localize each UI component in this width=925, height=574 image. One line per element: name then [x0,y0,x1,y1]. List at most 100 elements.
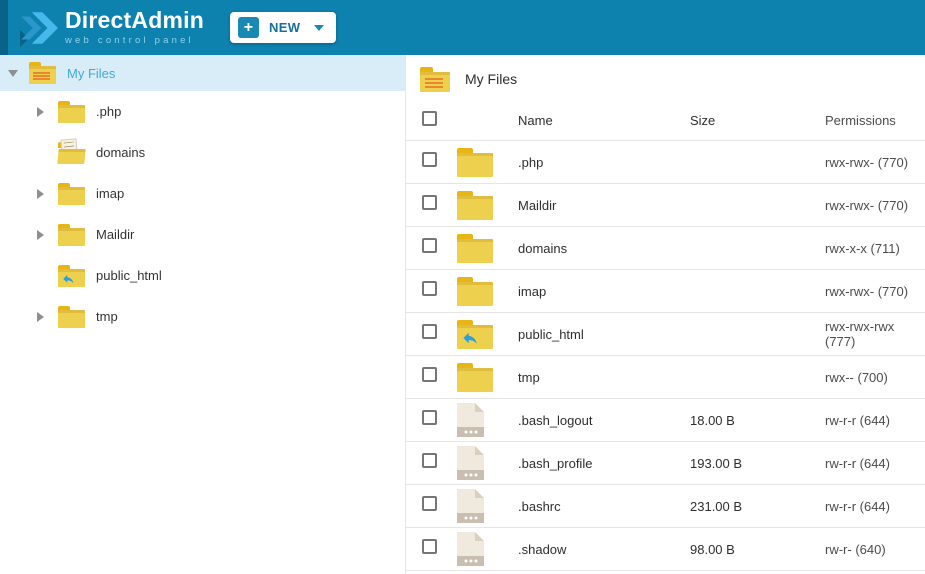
folder-icon [457,234,493,263]
file-permissions: rwx-- (700) [817,370,925,385]
panel-title: My Files [406,55,925,100]
file-name[interactable]: Maildir [510,198,682,213]
file-size: 18.00 B [682,413,817,428]
file-table-body: .php rwx-rwx- (770) Maildir rwx-rwx- (77… [406,141,925,571]
select-all-checkbox[interactable] [422,111,437,126]
folder-icon [58,306,85,328]
app-header: DirectAdmin web control panel + NEW [0,0,925,55]
file-name[interactable]: .shadow [510,542,682,557]
file-permissions: rwx-rwx- (770) [817,284,925,299]
table-row[interactable]: .bashrc 231.00 B rw-r-r (644) [406,485,925,528]
row-checkbox[interactable] [422,238,437,253]
table-row[interactable]: tmp rwx-- (700) [406,356,925,399]
file-name[interactable]: public_html [510,327,682,342]
table-row[interactable]: .shadow 98.00 B rw-r- (640) [406,528,925,571]
file-icon [457,403,484,437]
tree-item-label[interactable]: My Files [67,66,115,81]
column-header-name[interactable]: Name [510,113,682,128]
open-folder-icon [420,67,450,92]
row-checkbox[interactable] [422,152,437,167]
file-name[interactable]: domains [510,241,682,256]
folder-icon [58,183,85,205]
file-permissions: rw-r-r (644) [817,499,925,514]
file-permissions: rwx-rwx-rwx (777) [817,319,925,349]
file-icon [457,489,484,523]
file-name[interactable]: .bash_logout [510,413,682,428]
header-accent-strip [0,0,8,55]
table-row[interactable]: .php rwx-rwx- (770) [406,141,925,184]
tree-item-label[interactable]: Maildir [96,227,134,242]
file-icon [457,532,484,566]
open-folder-papers-icon [58,142,85,164]
folder-icon [457,363,493,392]
folder-tree: My Files .php [0,55,405,337]
plus-icon: + [238,17,259,38]
column-header-permissions[interactable]: Permissions [817,113,925,128]
file-name[interactable]: .bash_profile [510,456,682,471]
caret-right-icon[interactable] [37,230,44,240]
file-name[interactable]: tmp [510,370,682,385]
table-row[interactable]: public_html rwx-rwx-rwx (777) [406,313,925,356]
row-checkbox[interactable] [422,410,437,425]
file-size: 231.00 B [682,499,817,514]
panel-title-label: My Files [465,71,517,87]
table-header-row: Name Size Permissions [406,100,925,141]
file-name[interactable]: .php [510,155,682,170]
row-checkbox[interactable] [422,281,437,296]
file-icon [457,446,484,480]
table-row[interactable]: .bash_profile 193.00 B rw-r-r (644) [406,442,925,485]
tree-item-label[interactable]: public_html [96,268,162,283]
new-button-label: NEW [269,20,301,35]
table-row[interactable]: Maildir rwx-rwx- (770) [406,184,925,227]
tree-item-label[interactable]: imap [96,186,124,201]
directadmin-chevrons-icon [16,7,58,49]
caret-right-icon[interactable] [37,189,44,199]
tree-item[interactable]: imap [0,173,405,214]
file-panel: My Files Name Size Permissions .php rwx-… [405,55,925,574]
folder-icon [457,148,493,177]
table-row[interactable]: domains rwx-x-x (711) [406,227,925,270]
table-row[interactable]: imap rwx-rwx- (770) [406,270,925,313]
file-permissions: rwx-rwx- (770) [817,198,925,213]
tree-item-label[interactable]: .php [96,104,121,119]
brand-name: DirectAdmin [65,9,204,32]
row-checkbox[interactable] [422,453,437,468]
folder-icon [457,191,493,220]
tree-item-label[interactable]: tmp [96,309,118,324]
file-permissions: rw-r-r (644) [817,413,925,428]
sidebar: My Files .php [0,55,405,574]
caret-right-icon[interactable] [37,107,44,117]
file-permissions: rw-r- (640) [817,542,925,557]
chevron-down-icon [314,25,324,31]
tree-item[interactable]: domains [0,132,405,173]
caret-down-icon[interactable] [8,70,18,77]
row-checkbox[interactable] [422,195,437,210]
file-name[interactable]: .bashrc [510,499,682,514]
new-button[interactable]: + NEW [230,12,337,43]
tree-item[interactable]: .php [0,91,405,132]
folder-icon [457,277,493,306]
file-size: 193.00 B [682,456,817,471]
tree-item[interactable]: tmp [0,296,405,337]
open-folder-icon [29,62,56,84]
tree-item[interactable]: Maildir [0,214,405,255]
table-row[interactable]: .bash_logout 18.00 B rw-r-r (644) [406,399,925,442]
row-checkbox[interactable] [422,367,437,382]
file-permissions: rwx-rwx- (770) [817,155,925,170]
row-checkbox[interactable] [422,539,437,554]
tree-item[interactable]: public_html [0,255,405,296]
folder-icon [58,101,85,123]
tree-item[interactable]: My Files [0,55,405,91]
file-permissions: rwx-x-x (711) [817,241,925,256]
file-name[interactable]: imap [510,284,682,299]
file-permissions: rw-r-r (644) [817,456,925,471]
column-header-size[interactable]: Size [682,113,817,128]
row-checkbox[interactable] [422,496,437,511]
brand-logo[interactable]: DirectAdmin web control panel [16,7,204,49]
folder-icon [58,224,85,246]
row-checkbox[interactable] [422,324,437,339]
brand-tagline: web control panel [65,35,204,46]
caret-right-icon[interactable] [37,312,44,322]
tree-item-label[interactable]: domains [96,145,145,160]
folder-symlink-icon [58,265,85,287]
